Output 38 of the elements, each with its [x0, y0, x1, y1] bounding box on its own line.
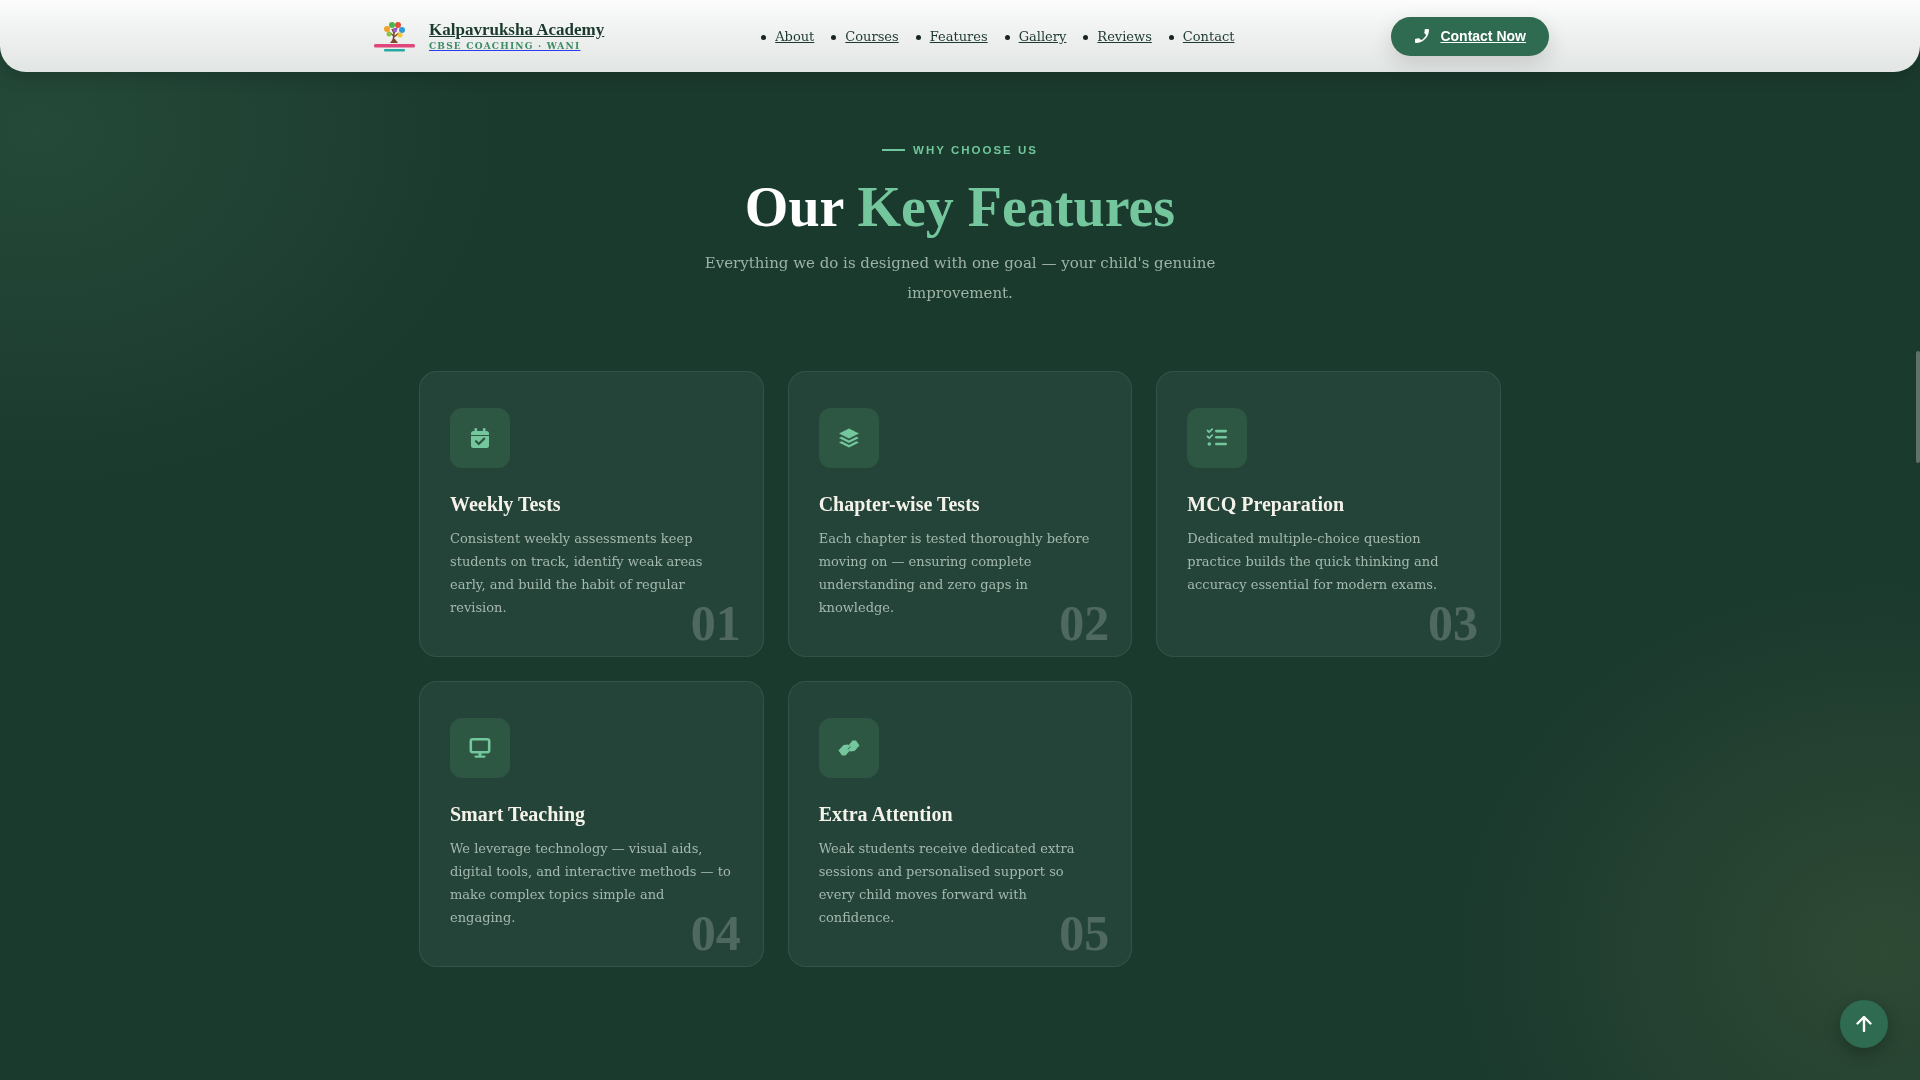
- tree-logo-icon[interactable]: [371, 19, 418, 53]
- contact-now-button[interactable]: Contact Now: [1391, 16, 1549, 56]
- feature-title: Extra Attention: [818, 802, 954, 827]
- checklist-icon: [1187, 408, 1248, 468]
- nav-link[interactable]: Contact: [1182, 28, 1235, 46]
- calendar-check-icon: [450, 408, 510, 468]
- monitor-icon: [450, 718, 510, 778]
- nav-link[interactable]: Gallery: [1018, 28, 1067, 46]
- nav-link[interactable]: Reviews: [1097, 28, 1152, 46]
- feature-description: Dedicated multiple-choice question practice builds the quick thinking and accuracy essential for modern exams.: [1187, 530, 1440, 594]
- section-eyebrow: WHY CHOOSE US: [913, 143, 1038, 158]
- feature-description: Consistent weekly assessments keep students on track, identify weak areas early, and build the habit of regular revision.: [450, 530, 703, 615]
- phone-icon: [1415, 29, 1430, 43]
- feature-title: Chapter-wise Tests: [818, 492, 981, 517]
- handshake-icon: [818, 718, 879, 778]
- feature-title: MCQ Preparation: [1187, 492, 1346, 517]
- layers-icon: [818, 408, 879, 468]
- section-title: Our Key Features: [744, 175, 1176, 239]
- nav-link[interactable]: Features: [929, 28, 988, 46]
- feature-description: We leverage technology — visual aids, digital tools, and interactive methods — to make complex topics simple and engaging.: [450, 840, 731, 925]
- feature-title: Weekly Tests: [450, 492, 562, 517]
- nav-link[interactable]: Courses: [845, 28, 899, 46]
- bullet-icon: [761, 34, 767, 40]
- feature-title: Smart Teaching: [450, 802, 587, 827]
- feature-description: Weak students receive dedicated extra sessions and personalised support so every child moves forward with confidence.: [818, 840, 1075, 925]
- nav-link[interactable]: About: [775, 28, 815, 46]
- bullet-icon: [1083, 34, 1089, 40]
- bullet-icon: [1168, 34, 1174, 40]
- bullet-icon: [915, 34, 921, 40]
- scrollbar-thumb[interactable]: [1916, 351, 1920, 463]
- back-to-top-button[interactable]: [1840, 1000, 1888, 1048]
- section-subtitle: Everything we do is designed with one goal — your child's genuine improvement.: [703, 253, 1217, 304]
- bullet-icon: [831, 34, 837, 40]
- brand-name[interactable]: Kalpavruksha Academy: [429, 19, 605, 40]
- brand-tagline[interactable]: CBSE COACHING · WANI: [429, 39, 581, 53]
- feature-description: Each chapter is tested thoroughly before moving on — ensuring complete understanding and zero gaps in knowledge.: [818, 530, 1090, 615]
- bullet-icon: [1004, 34, 1010, 40]
- arrow-up-icon: [1856, 1016, 1872, 1032]
